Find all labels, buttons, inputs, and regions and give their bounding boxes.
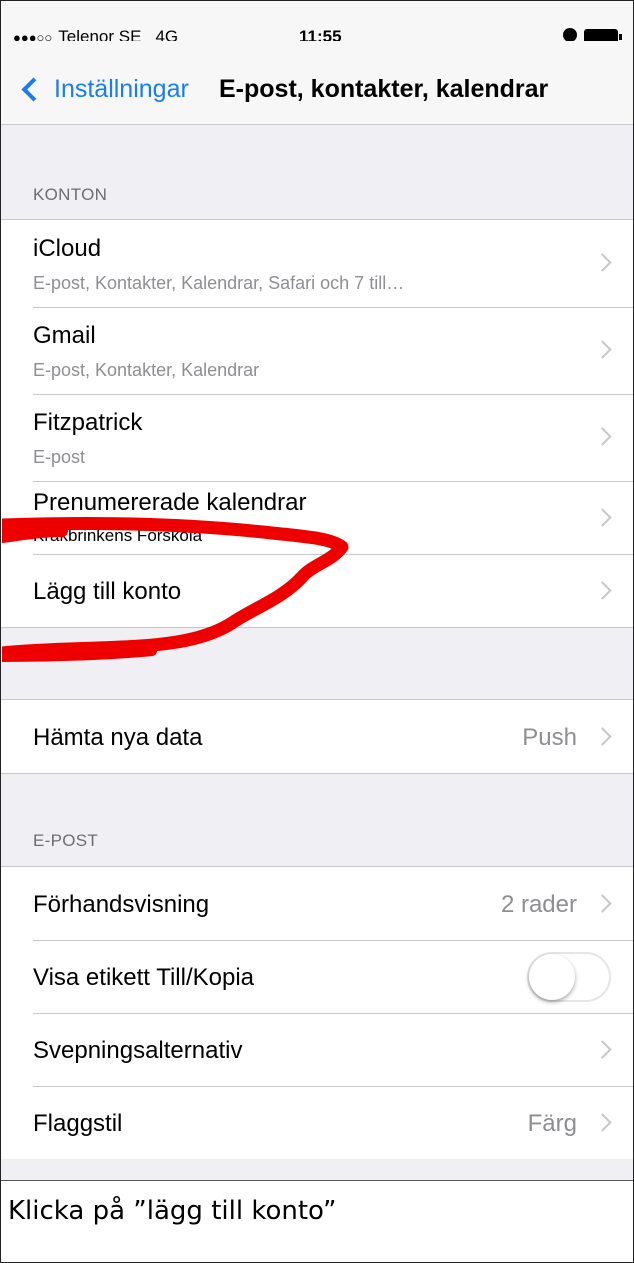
back-button-label: Inställningar: [54, 75, 189, 103]
section-header-accounts: KONTON: [33, 185, 108, 204]
account-row-subscribed-calendars[interactable]: Prenumererade kalendrar Kråkbrinkens För…: [1, 481, 633, 554]
show-to-cc-label: Visa etikett Till/Kopia: [33, 964, 255, 991]
flag-style-row[interactable]: Flaggstil Färg: [1, 1086, 633, 1159]
chevron-right-icon: [593, 1113, 612, 1132]
chevron-right-icon: [593, 340, 612, 359]
chevron-right-icon: [593, 508, 612, 527]
flag-style-label: Flaggstil: [33, 1110, 123, 1137]
mail-group: Förhandsvisning 2 rader Visa etikett Til…: [1, 866, 633, 1159]
chevron-left-icon: [21, 77, 46, 102]
chevron-right-icon: [593, 727, 612, 746]
chevron-right-icon: [593, 581, 612, 600]
chevron-right-icon: [593, 253, 612, 272]
section-header-mail: E-POST: [33, 831, 99, 850]
account-subtitle: E-post, Kontakter, Kalendrar: [33, 360, 260, 380]
account-subtitle: E-post, Kontakter, Kalendrar, Safari och…: [33, 273, 405, 293]
account-row-icloud[interactable]: iCloud E-post, Kontakter, Kalendrar, Saf…: [1, 220, 633, 307]
preview-row[interactable]: Förhandsvisning 2 rader: [1, 867, 633, 940]
accounts-group: iCloud E-post, Kontakter, Kalendrar, Saf…: [1, 219, 633, 628]
phone-screen: ●●●○○ Telenor SE 4G 11:55 Inställningar …: [1, 1, 633, 1181]
account-row-fitzpatrick[interactable]: Fitzpatrick E-post: [1, 394, 633, 481]
chevron-right-icon: [593, 427, 612, 446]
fetch-new-data-row[interactable]: Hämta nya data Push: [1, 700, 633, 773]
instruction-caption: Klicka på ”lägg till konto”: [8, 1196, 337, 1226]
fetch-new-data-value: Push: [522, 724, 577, 751]
fetch-group: Hämta nya data Push: [1, 699, 633, 774]
page-title: E-post, kontakter, kalendrar: [219, 75, 549, 103]
account-title: Gmail: [33, 322, 96, 349]
show-to-cc-toggle[interactable]: [527, 952, 611, 1002]
status-bar: ●●●○○ Telenor SE 4G 11:55: [1, 1, 633, 46]
add-account-row[interactable]: Lägg till konto: [1, 554, 633, 627]
navigation-bar: Inställningar E-post, kontakter, kalendr…: [1, 41, 633, 125]
flag-style-value: Färg: [527, 1110, 577, 1137]
account-title: iCloud: [33, 235, 102, 262]
preview-label: Förhandsvisning: [33, 891, 210, 918]
annotation-stroke: [2, 646, 157, 662]
swipe-options-label: Svepningsalternativ: [33, 1037, 243, 1064]
chevron-right-icon: [593, 1040, 612, 1059]
account-subtitle: E-post: [33, 447, 86, 467]
alarm-clock-icon: [563, 28, 577, 42]
chevron-right-icon: [593, 894, 612, 913]
show-to-cc-row: Visa etikett Till/Kopia: [1, 940, 633, 1013]
account-subtitle: Kråkbrinkens Förskola: [33, 526, 203, 545]
preview-value: 2 rader: [500, 891, 577, 918]
swipe-options-row[interactable]: Svepningsalternativ: [1, 1013, 633, 1086]
fetch-new-data-label: Hämta nya data: [33, 724, 203, 751]
toggle-knob: [529, 954, 575, 1000]
add-account-label: Lägg till konto: [33, 578, 182, 605]
account-row-gmail[interactable]: Gmail E-post, Kontakter, Kalendrar: [1, 307, 633, 394]
account-title: Fitzpatrick: [33, 409, 143, 436]
account-title: Prenumererade kalendrar: [33, 489, 307, 516]
back-button[interactable]: Inställningar: [17, 75, 189, 104]
